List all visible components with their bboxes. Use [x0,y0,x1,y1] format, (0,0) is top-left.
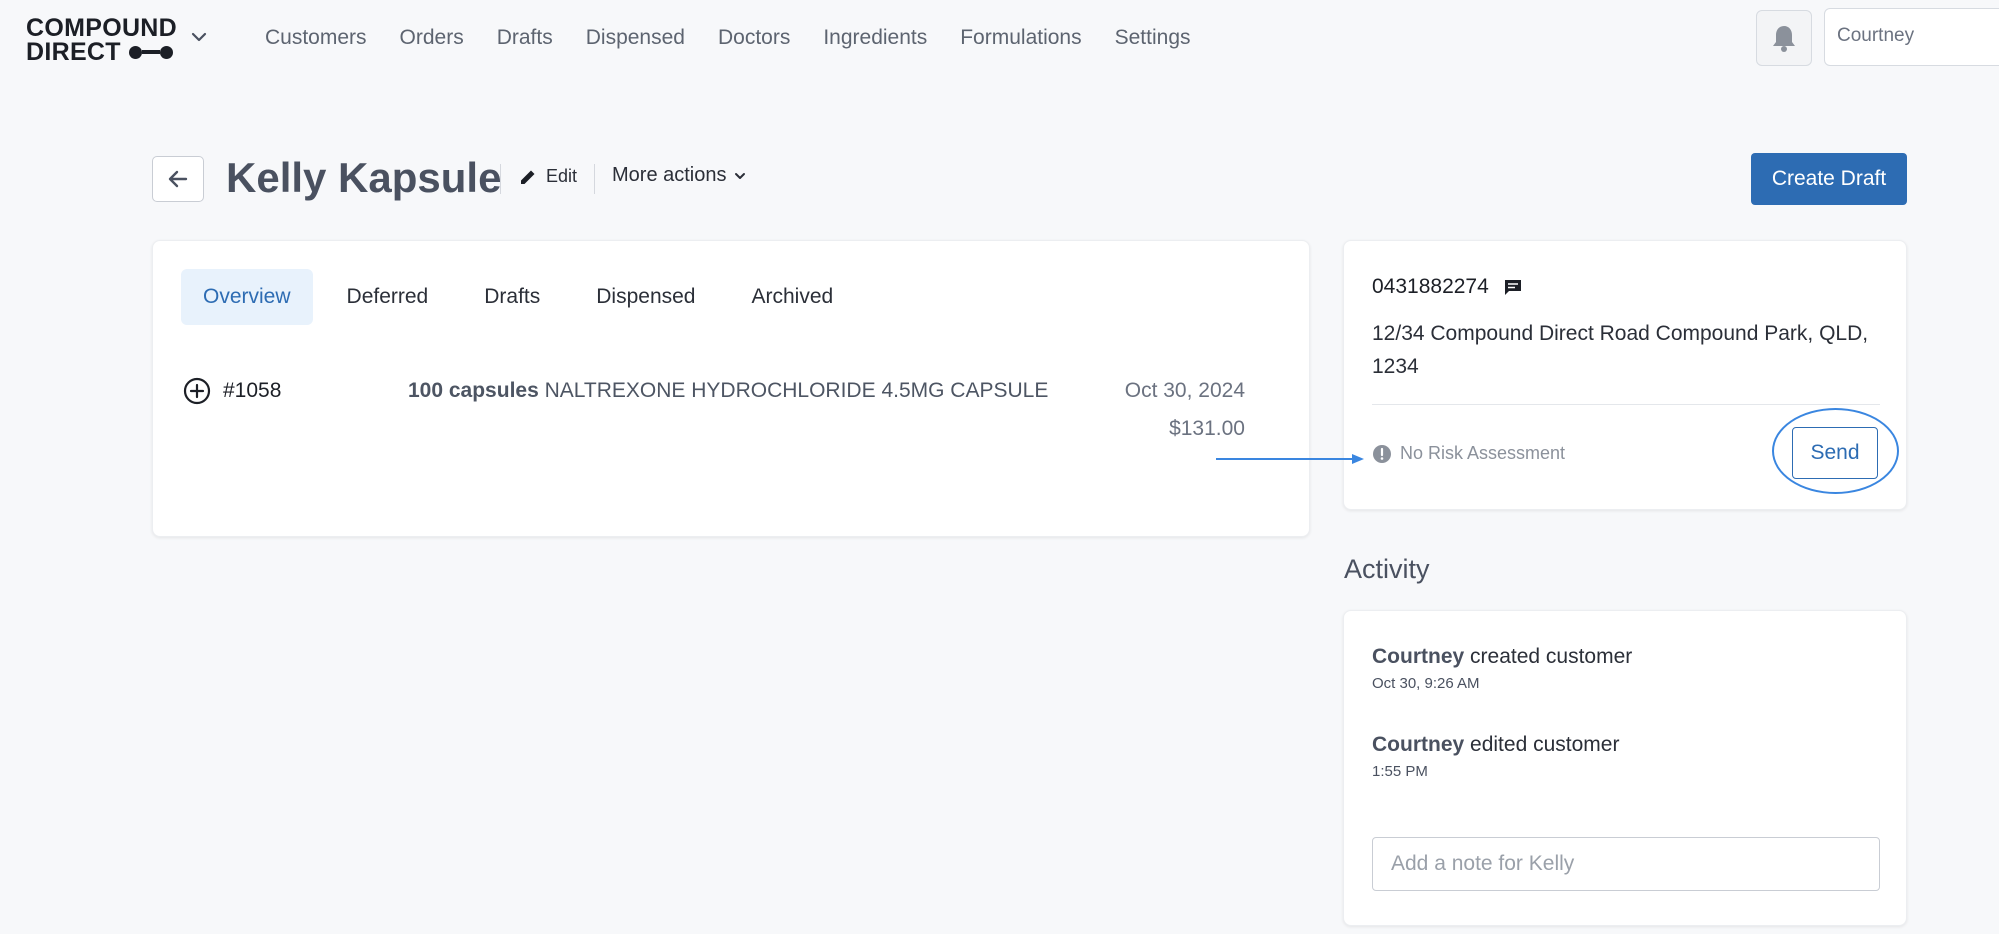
tab-dispensed[interactable]: Dispensed [574,269,717,325]
note-input[interactable] [1372,837,1880,891]
nav-formulations[interactable]: Formulations [960,24,1081,52]
order-product: NALTREXONE HYDROCHLORIDE 4.5MG CAPSULE [544,379,1049,402]
pencil-icon [521,170,535,184]
risk-status-label: No Risk Assessment [1400,443,1566,463]
nav-customers[interactable]: Customers [265,24,367,52]
brand-line-1: COMPOUND [26,14,178,42]
activity-heading: Activity [1344,554,1430,584]
back-button[interactable] [152,156,204,202]
brand-logo[interactable]: COMPOUND DIRECT [26,14,178,66]
notifications-button[interactable] [1756,10,1812,66]
create-draft-button[interactable]: Create Draft [1751,153,1907,205]
order-date: Oct 30, 2024 [1124,379,1245,402]
nav-settings[interactable]: Settings [1115,24,1191,52]
divider [1372,404,1880,405]
edit-label: Edit [546,166,578,186]
activity-actor: Courtney [1372,645,1465,668]
activity-card: Courtney created customer Oct 30, 9:26 A… [1343,610,1907,926]
chevron-down-icon[interactable] [188,26,210,48]
order-quantity: 100 capsules [408,379,539,402]
header-divider [594,164,595,194]
activity-action: created customer [1470,645,1633,668]
nav-ingredients[interactable]: Ingredients [823,24,927,52]
orders-card: Overview Deferred Drafts Dispensed Archi… [152,240,1310,537]
order-price: $131.00 [1169,417,1245,440]
more-actions-button[interactable]: More actions [612,164,747,187]
page-title: Kelly Kapsule [226,154,502,201]
more-actions-label: More actions [612,164,727,186]
activity-actor: Courtney [1372,733,1465,756]
header-divider [500,164,501,194]
customer-tabs: Overview Deferred Drafts Dispensed Archi… [181,269,867,325]
logo-mark-icon [128,45,173,59]
phone-row: 0431882274 [1372,275,1523,299]
brand-line-2: DIRECT [26,38,121,66]
nav-dispensed[interactable]: Dispensed [586,24,685,52]
activity-time: 1:55 PM [1372,763,1428,780]
nav-doctors[interactable]: Doctors [718,24,790,52]
expand-plus-icon[interactable] [183,377,211,405]
activity-item: Courtney edited customer 1:55 PM [1372,733,1619,780]
activity-item: Courtney created customer Oct 30, 9:26 A… [1372,645,1632,692]
risk-assessment-status: No Risk Assessment [1372,443,1565,464]
arrow-left-icon [168,170,188,188]
order-description: 100 capsules NALTREXONE HYDROCHLORIDE 4.… [408,379,1048,403]
top-navigation: COMPOUND DIRECT Customers Orders Drafts … [0,0,1999,78]
chevron-down-icon [734,172,745,179]
annotation-highlight-ring [1772,408,1899,494]
order-row[interactable]: #1058 100 capsules NALTREXONE HYDROCHLOR… [183,373,1283,453]
warning-icon [1373,444,1391,463]
edit-button[interactable]: Edit [518,166,577,187]
user-menu[interactable]: Courtney [1824,8,1999,66]
bell-icon [1773,26,1795,52]
tab-archived[interactable]: Archived [729,269,855,325]
phone-number: 0431882274 [1372,275,1489,298]
order-number[interactable]: #1058 [223,379,281,403]
activity-action: edited customer [1470,733,1620,756]
tab-drafts[interactable]: Drafts [462,269,562,325]
main-nav: Customers Orders Drafts Dispensed Doctor… [265,24,1224,52]
customer-address: 12/34 Compound Direct Road Compound Park… [1372,322,1869,378]
tab-deferred[interactable]: Deferred [325,269,451,325]
tab-overview[interactable]: Overview [181,269,313,325]
activity-time: Oct 30, 9:26 AM [1372,675,1480,692]
nav-drafts[interactable]: Drafts [497,24,553,52]
message-icon[interactable] [1503,278,1523,296]
annotation-arrow [1216,454,1364,464]
nav-orders[interactable]: Orders [400,24,464,52]
